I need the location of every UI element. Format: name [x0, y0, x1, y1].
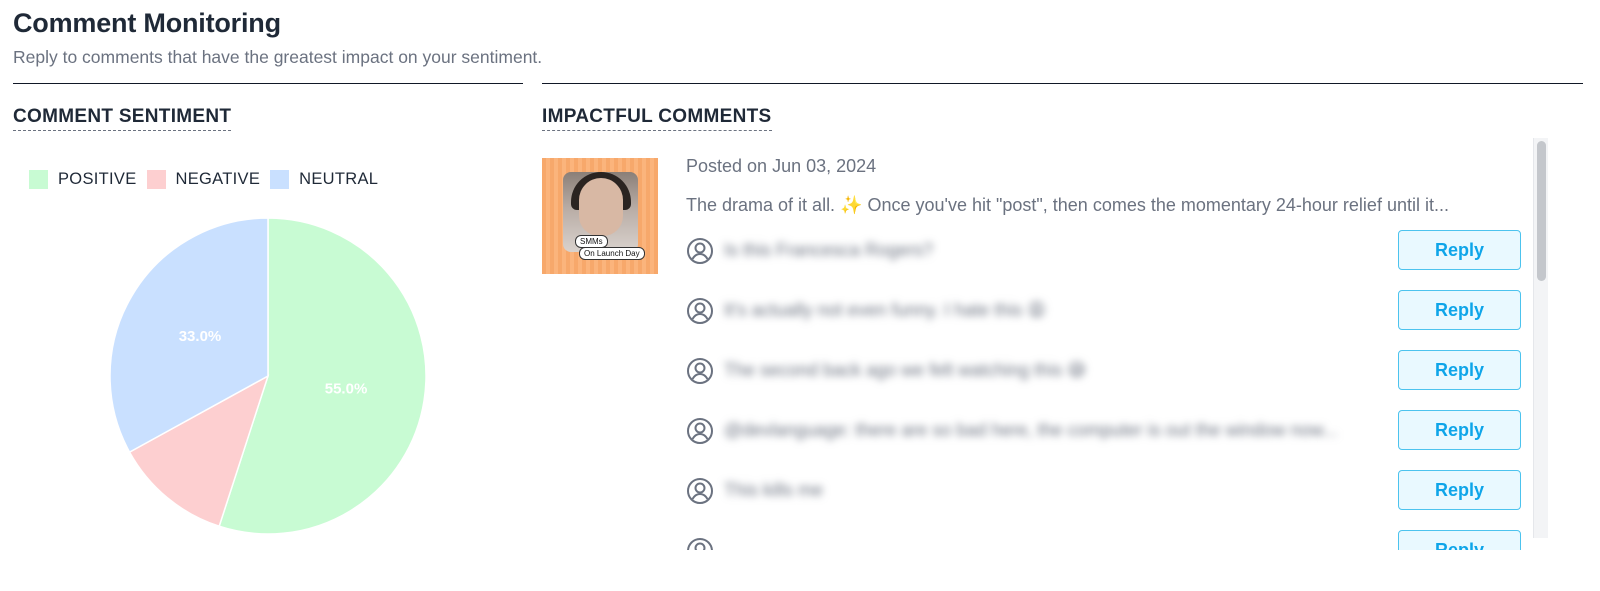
user-avatar-icon [687, 418, 713, 444]
post-caption: The drama of it all. ✨ Once you've hit "… [686, 195, 1449, 215]
pie-data-label-neutral: 33.0% [179, 328, 222, 345]
thumbnail-tag: On Launch Day [579, 247, 645, 260]
sentiment-pie-chart: 55.0% 33.0% [109, 217, 427, 535]
comment-row: It's actually not even funny. I hate thi… [686, 290, 1521, 334]
right-divider [542, 83, 1583, 84]
comment-row: Reply [686, 530, 1521, 550]
post-thumbnail[interactable]: SMMs On Launch Day [542, 158, 658, 274]
post-date: Posted on Jun 03, 2024 [686, 156, 877, 176]
user-avatar-icon [687, 358, 713, 384]
thumbnail-face [579, 178, 623, 236]
user-avatar-icon [687, 298, 713, 324]
user-avatar-icon [687, 538, 713, 550]
reply-button[interactable]: Reply [1398, 530, 1521, 550]
user-avatar-icon [687, 238, 713, 264]
pie-data-label-positive: 55.0% [325, 380, 368, 397]
comment-row: This kills me Reply [686, 470, 1521, 514]
comment-text: Is this Francesca Rogers? [724, 240, 934, 260]
comment-text: @devlanguage: there are so bad here, the… [724, 420, 1338, 440]
reply-button[interactable]: Reply [1398, 350, 1521, 390]
comments-scrollbar[interactable] [1533, 138, 1548, 538]
comment-row: @devlanguage: there are so bad here, the… [686, 410, 1521, 454]
impactful-comments-heading[interactable]: IMPACTFUL COMMENTS [542, 106, 772, 131]
comment-row: Is this Francesca Rogers? Reply [686, 230, 1521, 274]
user-avatar-icon [687, 478, 713, 504]
comment-text: The second back ago we felt watching thi… [724, 360, 1086, 380]
reply-button[interactable]: Reply [1398, 470, 1521, 510]
comment-row: The second back ago we felt watching thi… [686, 350, 1521, 394]
impactful-comments-list: SMMs On Launch Day Posted on Jun 03, 202… [542, 138, 1587, 550]
reply-button[interactable]: Reply [1398, 230, 1521, 270]
comment-text: It's actually not even funny. I hate thi… [724, 300, 1047, 320]
comment-text: This kills me [724, 480, 824, 500]
reply-button[interactable]: Reply [1398, 290, 1521, 330]
scrollbar-thumb[interactable] [1537, 141, 1546, 281]
reply-button[interactable]: Reply [1398, 410, 1521, 450]
